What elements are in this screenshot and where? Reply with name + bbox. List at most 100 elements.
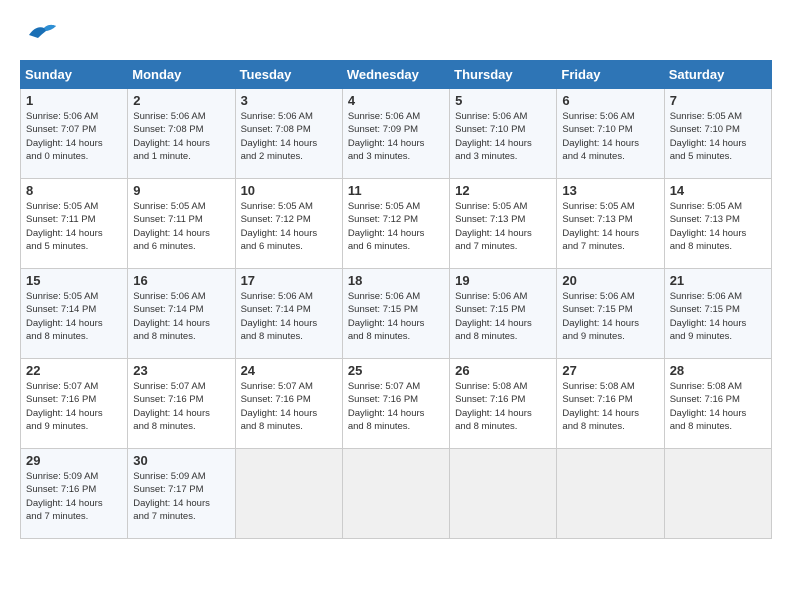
weekday-monday: Monday: [128, 61, 235, 89]
calendar-cell: 2 Sunrise: 5:06 AM Sunset: 7:08 PM Daylig…: [128, 89, 235, 179]
calendar-cell: 11 Sunrise: 5:05 AM Sunset: 7:12 PM Dayli…: [342, 179, 449, 269]
calendar-cell: 26 Sunrise: 5:08 AM Sunset: 7:16 PM Dayli…: [450, 359, 557, 449]
day-info: Sunrise: 5:05 AM Sunset: 7:13 PM Dayligh…: [455, 200, 551, 253]
day-info: Sunrise: 5:05 AM Sunset: 7:13 PM Dayligh…: [670, 200, 766, 253]
day-info: Sunrise: 5:09 AM Sunset: 7:17 PM Dayligh…: [133, 470, 229, 523]
calendar-body: 1Sunrise: 5:06 AM Sunset: 7:07 PM Daylig…: [21, 89, 772, 539]
calendar-cell: 17 Sunrise: 5:06 AM Sunset: 7:14 PM Dayli…: [235, 269, 342, 359]
day-number: 24: [241, 363, 337, 378]
calendar-week-3: 15 Sunrise: 5:05 AM Sunset: 7:14 PM Dayli…: [21, 269, 772, 359]
day-info: Sunrise: 5:08 AM Sunset: 7:16 PM Dayligh…: [670, 380, 766, 433]
page-header: [20, 20, 772, 50]
calendar-cell: 29Sunrise: 5:09 AM Sunset: 7:16 PM Dayli…: [21, 449, 128, 539]
day-number: 14: [670, 183, 766, 198]
weekday-tuesday: Tuesday: [235, 61, 342, 89]
day-number: 3: [241, 93, 337, 108]
calendar-cell: 19 Sunrise: 5:06 AM Sunset: 7:15 PM Dayli…: [450, 269, 557, 359]
calendar-cell: 25 Sunrise: 5:07 AM Sunset: 7:16 PM Dayli…: [342, 359, 449, 449]
day-info: Sunrise: 5:06 AM Sunset: 7:15 PM Dayligh…: [670, 290, 766, 343]
calendar-cell: 8 Sunrise: 5:05 AM Sunset: 7:11 PM Daylig…: [21, 179, 128, 269]
calendar-cell: [664, 449, 771, 539]
day-number: 22: [26, 363, 122, 378]
day-info: Sunrise: 5:06 AM Sunset: 7:15 PM Dayligh…: [348, 290, 444, 343]
day-info: Sunrise: 5:05 AM Sunset: 7:13 PM Dayligh…: [562, 200, 658, 253]
day-number: 21: [670, 273, 766, 288]
calendar-cell: 16 Sunrise: 5:06 AM Sunset: 7:14 PM Dayli…: [128, 269, 235, 359]
calendar-cell: [450, 449, 557, 539]
calendar-cell: 1Sunrise: 5:06 AM Sunset: 7:07 PM Daylig…: [21, 89, 128, 179]
calendar-cell: 20 Sunrise: 5:06 AM Sunset: 7:15 PM Dayli…: [557, 269, 664, 359]
day-number: 5: [455, 93, 551, 108]
day-number: 19: [455, 273, 551, 288]
calendar-cell: 5 Sunrise: 5:06 AM Sunset: 7:10 PM Daylig…: [450, 89, 557, 179]
calendar-cell: 12 Sunrise: 5:05 AM Sunset: 7:13 PM Dayli…: [450, 179, 557, 269]
calendar-cell: 23 Sunrise: 5:07 AM Sunset: 7:16 PM Dayli…: [128, 359, 235, 449]
calendar-week-4: 22 Sunrise: 5:07 AM Sunset: 7:16 PM Dayli…: [21, 359, 772, 449]
day-number: 15: [26, 273, 122, 288]
day-info: Sunrise: 5:07 AM Sunset: 7:16 PM Dayligh…: [133, 380, 229, 433]
day-number: 7: [670, 93, 766, 108]
day-info: Sunrise: 5:07 AM Sunset: 7:16 PM Dayligh…: [348, 380, 444, 433]
day-info: Sunrise: 5:05 AM Sunset: 7:14 PM Dayligh…: [26, 290, 122, 343]
weekday-wednesday: Wednesday: [342, 61, 449, 89]
calendar-cell: 6Sunrise: 5:06 AM Sunset: 7:10 PM Daylig…: [557, 89, 664, 179]
day-info: Sunrise: 5:08 AM Sunset: 7:16 PM Dayligh…: [455, 380, 551, 433]
day-number: 8: [26, 183, 122, 198]
day-number: 4: [348, 93, 444, 108]
day-info: Sunrise: 5:06 AM Sunset: 7:10 PM Dayligh…: [455, 110, 551, 163]
calendar-cell: 13 Sunrise: 5:05 AM Sunset: 7:13 PM Dayli…: [557, 179, 664, 269]
day-number: 1: [26, 93, 122, 108]
calendar-week-1: 1Sunrise: 5:06 AM Sunset: 7:07 PM Daylig…: [21, 89, 772, 179]
day-info: Sunrise: 5:07 AM Sunset: 7:16 PM Dayligh…: [26, 380, 122, 433]
day-info: Sunrise: 5:06 AM Sunset: 7:08 PM Dayligh…: [241, 110, 337, 163]
calendar-cell: 7 Sunrise: 5:05 AM Sunset: 7:10 PM Daylig…: [664, 89, 771, 179]
day-number: 26: [455, 363, 551, 378]
day-info: Sunrise: 5:05 AM Sunset: 7:12 PM Dayligh…: [241, 200, 337, 253]
weekday-thursday: Thursday: [450, 61, 557, 89]
day-number: 13: [562, 183, 658, 198]
day-number: 20: [562, 273, 658, 288]
calendar-cell: 22 Sunrise: 5:07 AM Sunset: 7:16 PM Dayli…: [21, 359, 128, 449]
day-number: 11: [348, 183, 444, 198]
calendar-cell: 24Sunrise: 5:07 AM Sunset: 7:16 PM Dayli…: [235, 359, 342, 449]
calendar-cell: 9 Sunrise: 5:05 AM Sunset: 7:11 PM Daylig…: [128, 179, 235, 269]
calendar-cell: 10Sunrise: 5:05 AM Sunset: 7:12 PM Dayli…: [235, 179, 342, 269]
day-info: Sunrise: 5:05 AM Sunset: 7:10 PM Dayligh…: [670, 110, 766, 163]
day-number: 6: [562, 93, 658, 108]
day-number: 28: [670, 363, 766, 378]
calendar-cell: 18 Sunrise: 5:06 AM Sunset: 7:15 PM Dayli…: [342, 269, 449, 359]
day-info: Sunrise: 5:06 AM Sunset: 7:14 PM Dayligh…: [241, 290, 337, 343]
day-info: Sunrise: 5:05 AM Sunset: 7:11 PM Dayligh…: [133, 200, 229, 253]
calendar-cell: 21 Sunrise: 5:06 AM Sunset: 7:15 PM Dayli…: [664, 269, 771, 359]
day-number: 9: [133, 183, 229, 198]
calendar-week-5: 29Sunrise: 5:09 AM Sunset: 7:16 PM Dayli…: [21, 449, 772, 539]
day-number: 18: [348, 273, 444, 288]
day-number: 23: [133, 363, 229, 378]
day-number: 2: [133, 93, 229, 108]
day-number: 16: [133, 273, 229, 288]
day-info: Sunrise: 5:05 AM Sunset: 7:12 PM Dayligh…: [348, 200, 444, 253]
calendar-table: SundayMondayTuesdayWednesdayThursdayFrid…: [20, 60, 772, 539]
day-info: Sunrise: 5:05 AM Sunset: 7:11 PM Dayligh…: [26, 200, 122, 253]
day-number: 25: [348, 363, 444, 378]
day-info: Sunrise: 5:06 AM Sunset: 7:15 PM Dayligh…: [562, 290, 658, 343]
calendar-cell: 3 Sunrise: 5:06 AM Sunset: 7:08 PM Daylig…: [235, 89, 342, 179]
calendar-cell: [557, 449, 664, 539]
logo-bird-icon: [24, 20, 59, 50]
calendar-cell: 15 Sunrise: 5:05 AM Sunset: 7:14 PM Dayli…: [21, 269, 128, 359]
day-info: Sunrise: 5:06 AM Sunset: 7:15 PM Dayligh…: [455, 290, 551, 343]
weekday-friday: Friday: [557, 61, 664, 89]
weekday-saturday: Saturday: [664, 61, 771, 89]
day-number: 12: [455, 183, 551, 198]
calendar-cell: 27Sunrise: 5:08 AM Sunset: 7:16 PM Dayli…: [557, 359, 664, 449]
day-info: Sunrise: 5:06 AM Sunset: 7:08 PM Dayligh…: [133, 110, 229, 163]
day-number: 29: [26, 453, 122, 468]
calendar-cell: [342, 449, 449, 539]
day-number: 27: [562, 363, 658, 378]
day-info: Sunrise: 5:06 AM Sunset: 7:14 PM Dayligh…: [133, 290, 229, 343]
weekday-sunday: Sunday: [21, 61, 128, 89]
logo: [20, 20, 59, 50]
calendar-cell: 30Sunrise: 5:09 AM Sunset: 7:17 PM Dayli…: [128, 449, 235, 539]
day-number: 17: [241, 273, 337, 288]
calendar-week-2: 8 Sunrise: 5:05 AM Sunset: 7:11 PM Daylig…: [21, 179, 772, 269]
